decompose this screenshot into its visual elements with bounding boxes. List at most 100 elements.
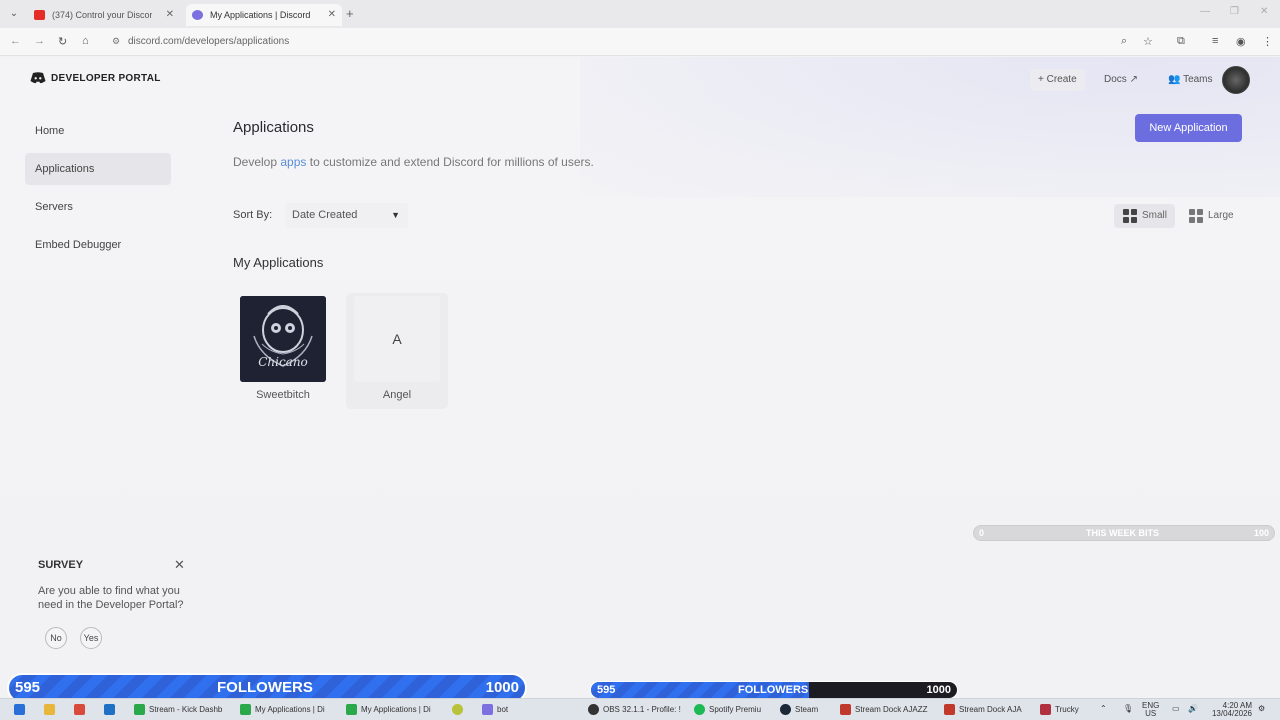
logo-text: DEVELOPER PORTAL bbox=[51, 72, 161, 84]
clock[interactable]: 4:20 AM 13/04/2026 bbox=[1208, 702, 1252, 718]
bits-min: 0 bbox=[979, 528, 985, 538]
taskbar-app-streamdock-1[interactable]: Stream Dock AJAZZ bbox=[840, 703, 927, 717]
followers-current: 595 bbox=[15, 679, 41, 696]
discord-icon bbox=[482, 704, 493, 716]
sidebar-item-label: Home bbox=[35, 125, 65, 137]
taskbar-app-discord-2[interactable]: My Applications | Di bbox=[346, 703, 431, 717]
browser-tab-discord[interactable]: My Applications | Discord Deve ✕ bbox=[186, 4, 342, 26]
sidebar-item-label: Servers bbox=[35, 201, 73, 213]
taskbar-app-obs[interactable]: OBS 32.1.1 - Profile: ! bbox=[588, 703, 681, 717]
chevron-down-icon: ▼ bbox=[391, 210, 400, 220]
followers-label: FOLLOWERS bbox=[738, 684, 809, 696]
taskbar-app-label: Stream - Kick Dashb bbox=[149, 705, 223, 714]
bits-max: 100 bbox=[1253, 528, 1269, 538]
back-icon[interactable]: ← bbox=[10, 35, 21, 47]
close-tab-icon[interactable]: ✕ bbox=[166, 4, 174, 26]
microphone-icon[interactable]: 🎙 bbox=[1123, 705, 1133, 713]
skull-artwork-icon: Chicano bbox=[240, 296, 326, 382]
reload-icon[interactable]: ↻ bbox=[58, 35, 67, 48]
sort-by-label: Sort By: bbox=[233, 209, 273, 221]
grid-large-icon bbox=[1189, 209, 1203, 223]
app-card-sweetbitch[interactable]: Chicano Sweetbitch bbox=[232, 293, 334, 409]
spotify-icon bbox=[694, 704, 705, 716]
view-small-label: Small bbox=[1142, 210, 1168, 221]
profile-icon[interactable]: ◉ bbox=[1236, 35, 1246, 48]
language-indicator[interactable]: ENG US bbox=[1142, 702, 1159, 718]
taskbar-app-spotify[interactable]: Spotify Premiu bbox=[694, 703, 761, 717]
maximize-icon[interactable]: ❐ bbox=[1230, 6, 1239, 17]
taskbar-app-kick[interactable]: Stream - Kick Dashb bbox=[134, 703, 222, 717]
taskbar-app-steam[interactable]: Steam bbox=[780, 703, 818, 717]
close-window-icon[interactable]: ✕ bbox=[1260, 6, 1268, 17]
discord-logo-icon bbox=[30, 72, 46, 84]
chicano-script-text: Chicano bbox=[258, 355, 308, 369]
browser-menu-icon[interactable]: ⋮ bbox=[1262, 35, 1273, 48]
close-tab-icon[interactable]: ✕ bbox=[328, 4, 336, 26]
taskbar-app-discord-1[interactable]: My Applications | Di bbox=[240, 703, 325, 717]
obs-icon bbox=[588, 704, 599, 716]
apps-link[interactable]: apps bbox=[280, 155, 306, 169]
file-explorer-icon[interactable] bbox=[44, 703, 59, 717]
teams-button[interactable]: 👥 Teams bbox=[1160, 69, 1221, 91]
close-icon[interactable]: ✕ bbox=[174, 557, 185, 573]
app-card-angel[interactable]: A Angel bbox=[346, 293, 448, 409]
taskbar-app-label: Stream Dock AJAZZ bbox=[855, 705, 928, 714]
taskbar-app-icon[interactable] bbox=[452, 703, 467, 717]
outlook-icon[interactable] bbox=[104, 703, 119, 717]
browser-tab-youtube[interactable]: (374) Control your Discord Cal ✕ bbox=[28, 4, 180, 26]
sort-select[interactable]: Date Created ▼ bbox=[285, 203, 408, 228]
stream-dock-icon bbox=[840, 704, 851, 716]
sidebar-item-servers[interactable]: Servers bbox=[25, 191, 171, 223]
taskbar-app-streamdock-2[interactable]: Stream Dock AJA bbox=[944, 703, 1022, 717]
external-link-icon: ↗ bbox=[1126, 74, 1138, 85]
new-application-button[interactable]: New Application bbox=[1135, 114, 1242, 142]
site-info-icon[interactable]: ⚙ bbox=[112, 36, 120, 47]
tray-chevron-icon[interactable]: ⌃ bbox=[1100, 705, 1107, 713]
taskbar-app-trucky[interactable]: Trucky bbox=[1040, 703, 1079, 717]
zoom-icon[interactable]: ⌕ bbox=[1121, 35, 1127, 48]
address-bar[interactable]: discord.com/developers/applications bbox=[128, 36, 289, 47]
taskbar-app-label: Trucky bbox=[1055, 705, 1079, 714]
browser-tabstrip: ⌄ (374) Control your Discord Cal ✕ My Ap… bbox=[0, 0, 1280, 28]
create-button[interactable]: + Create bbox=[1030, 69, 1085, 91]
user-avatar[interactable] bbox=[1222, 66, 1250, 94]
tab-search-chevron-icon[interactable]: ⌄ bbox=[6, 6, 22, 22]
sidebar-item-home[interactable]: Home bbox=[25, 115, 171, 147]
sidebar-item-label: Embed Debugger bbox=[35, 239, 122, 251]
survey-title: SURVEY bbox=[38, 559, 84, 571]
app-icon[interactable] bbox=[74, 703, 89, 717]
home-icon[interactable]: ⌂ bbox=[82, 35, 89, 47]
extensions-icon[interactable]: ⧉ bbox=[1177, 35, 1185, 48]
followers-label: FOLLOWERS bbox=[217, 679, 313, 696]
view-large-button[interactable]: Large bbox=[1180, 204, 1242, 228]
sidebar-item-embed-debugger[interactable]: Embed Debugger bbox=[25, 229, 171, 261]
discord-icon bbox=[192, 10, 203, 20]
new-tab-icon[interactable]: + bbox=[346, 6, 354, 21]
volume-icon[interactable]: 🔊 bbox=[1188, 705, 1198, 713]
taskbar-app-label: bot bbox=[497, 705, 509, 714]
chrome-icon bbox=[346, 704, 357, 716]
view-large-label: Large bbox=[1208, 210, 1234, 221]
bookmark-star-icon[interactable]: ☆ bbox=[1143, 35, 1153, 48]
sidebar-item-applications[interactable]: Applications bbox=[25, 153, 171, 185]
bits-label: THIS WEEK BITS bbox=[1086, 528, 1160, 538]
forward-icon[interactable]: → bbox=[34, 35, 45, 47]
start-icon[interactable] bbox=[14, 703, 29, 717]
minimize-icon[interactable]: — bbox=[1200, 6, 1210, 17]
app-icon-image: Chicano bbox=[240, 296, 326, 382]
notifications-icon[interactable]: ⚙ bbox=[1258, 705, 1265, 713]
docs-button[interactable]: Docs ↗ bbox=[1096, 69, 1146, 91]
teams-label: Teams bbox=[1183, 74, 1213, 85]
developer-portal-logo[interactable]: DEVELOPER PORTAL bbox=[30, 72, 161, 84]
clock-date: 13/04/2026 bbox=[1211, 709, 1252, 718]
view-small-button[interactable]: Small bbox=[1114, 204, 1176, 228]
subtitle-text: Develop bbox=[233, 155, 281, 169]
my-applications-heading: My Applications bbox=[233, 255, 324, 270]
media-controls-icon[interactable]: ≡ bbox=[1212, 35, 1218, 47]
survey-no-button[interactable]: No bbox=[45, 627, 67, 649]
network-icon[interactable]: ▭ bbox=[1172, 705, 1180, 713]
sidebar-item-label: Applications bbox=[35, 163, 95, 175]
survey-yes-button[interactable]: Yes bbox=[80, 627, 102, 649]
taskbar-app-bot[interactable]: bot bbox=[482, 703, 508, 717]
taskbar-app-label: My Applications | Di bbox=[361, 705, 431, 714]
